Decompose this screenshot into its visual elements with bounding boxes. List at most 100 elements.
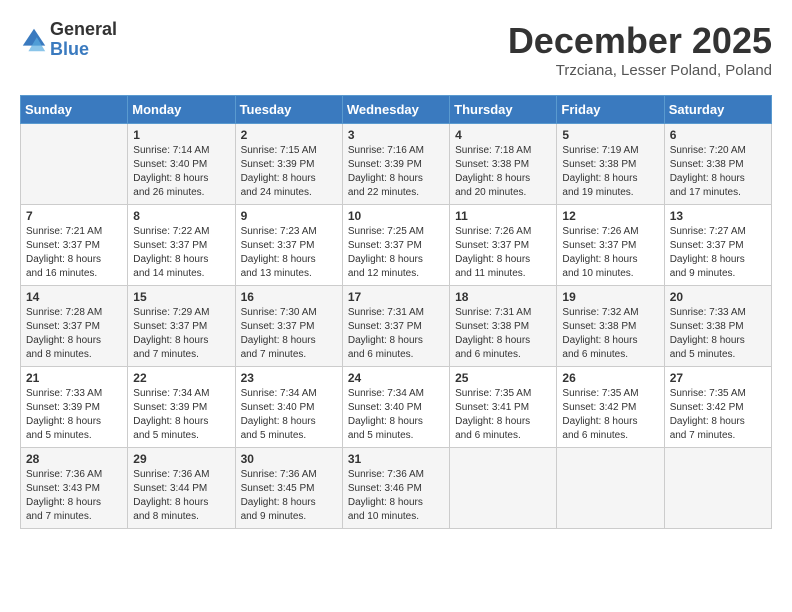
day-info: Sunrise: 7:35 AM Sunset: 3:42 PM Dayligh… <box>562 387 658 443</box>
day-number: 26 <box>562 371 658 385</box>
day-number: 8 <box>133 209 229 223</box>
calendar-cell: 27 Sunrise: 7:35 AM Sunset: 3:42 PM Dayli… <box>664 367 771 448</box>
day-info: Sunrise: 7:36 AM Sunset: 3:46 PM Dayligh… <box>348 468 444 524</box>
calendar-cell: 4Sunrise: 7:18 AM Sunset: 3:38 PM Daylig… <box>450 124 557 205</box>
calendar-cell: 25 Sunrise: 7:35 AM Sunset: 3:41 PM Dayli… <box>450 367 557 448</box>
calendar-cell <box>450 448 557 529</box>
header-cell-thursday: Thursday <box>450 96 557 124</box>
calendar-cell <box>557 448 664 529</box>
calendar-cell: 22Sunrise: 7:34 AM Sunset: 3:39 PM Dayli… <box>128 367 235 448</box>
day-number: 31 <box>348 452 444 466</box>
day-info: Sunrise: 7:23 AM Sunset: 3:37 PM Dayligh… <box>241 225 337 281</box>
calendar-cell: 28 Sunrise: 7:36 AM Sunset: 3:43 PM Dayli… <box>21 448 128 529</box>
day-info: Sunrise: 7:26 AM Sunset: 3:37 PM Dayligh… <box>562 225 658 281</box>
calendar-cell: 18Sunrise: 7:31 AM Sunset: 3:38 PM Dayli… <box>450 286 557 367</box>
day-info: Sunrise: 7:36 AM Sunset: 3:43 PM Dayligh… <box>26 468 122 524</box>
day-info: Sunrise: 7:26 AM Sunset: 3:37 PM Dayligh… <box>455 225 551 281</box>
page-header: General Blue December 2025 Trzciana, Les… <box>20 20 772 79</box>
day-info: Sunrise: 7:25 AM Sunset: 3:37 PM Dayligh… <box>348 225 444 281</box>
day-number: 3 <box>348 128 444 142</box>
day-info: Sunrise: 7:30 AM Sunset: 3:37 PM Dayligh… <box>241 306 337 362</box>
calendar-cell: 13Sunrise: 7:27 AM Sunset: 3:37 PM Dayli… <box>664 205 771 286</box>
week-row-1: 1Sunrise: 7:14 AM Sunset: 3:40 PM Daylig… <box>21 124 772 205</box>
day-info: Sunrise: 7:33 AM Sunset: 3:39 PM Dayligh… <box>26 387 122 443</box>
header-cell-sunday: Sunday <box>21 96 128 124</box>
calendar-cell: 6 Sunrise: 7:20 AM Sunset: 3:38 PM Daylig… <box>664 124 771 205</box>
day-number: 25 <box>455 371 551 385</box>
day-info: Sunrise: 7:29 AM Sunset: 3:37 PM Dayligh… <box>133 306 229 362</box>
day-info: Sunrise: 7:18 AM Sunset: 3:38 PM Dayligh… <box>455 144 551 200</box>
header-cell-monday: Monday <box>128 96 235 124</box>
day-number: 15 <box>133 290 229 304</box>
day-info: Sunrise: 7:20 AM Sunset: 3:38 PM Dayligh… <box>670 144 766 200</box>
day-number: 27 <box>670 371 766 385</box>
day-info: Sunrise: 7:16 AM Sunset: 3:39 PM Dayligh… <box>348 144 444 200</box>
day-info: Sunrise: 7:28 AM Sunset: 3:37 PM Dayligh… <box>26 306 122 362</box>
day-number: 18 <box>455 290 551 304</box>
header-cell-tuesday: Tuesday <box>235 96 342 124</box>
header-cell-saturday: Saturday <box>664 96 771 124</box>
calendar-cell: 17 Sunrise: 7:31 AM Sunset: 3:37 PM Dayli… <box>342 286 449 367</box>
day-info: Sunrise: 7:15 AM Sunset: 3:39 PM Dayligh… <box>241 144 337 200</box>
logo-blue-text: Blue <box>50 40 117 60</box>
day-number: 11 <box>455 209 551 223</box>
logo-icon <box>20 26 48 54</box>
day-info: Sunrise: 7:22 AM Sunset: 3:37 PM Dayligh… <box>133 225 229 281</box>
day-number: 16 <box>241 290 337 304</box>
day-number: 1 <box>133 128 229 142</box>
week-row-4: 21 Sunrise: 7:33 AM Sunset: 3:39 PM Dayli… <box>21 367 772 448</box>
month-title: December 2025 <box>508 20 772 62</box>
day-info: Sunrise: 7:31 AM Sunset: 3:37 PM Dayligh… <box>348 306 444 362</box>
day-info: Sunrise: 7:32 AM Sunset: 3:38 PM Dayligh… <box>562 306 658 362</box>
day-number: 29 <box>133 452 229 466</box>
calendar-cell: 5 Sunrise: 7:19 AM Sunset: 3:38 PM Daylig… <box>557 124 664 205</box>
day-info: Sunrise: 7:19 AM Sunset: 3:38 PM Dayligh… <box>562 144 658 200</box>
week-row-5: 28 Sunrise: 7:36 AM Sunset: 3:43 PM Dayli… <box>21 448 772 529</box>
day-number: 2 <box>241 128 337 142</box>
day-number: 17 <box>348 290 444 304</box>
week-row-3: 14Sunrise: 7:28 AM Sunset: 3:37 PM Dayli… <box>21 286 772 367</box>
day-number: 5 <box>562 128 658 142</box>
calendar-cell: 19Sunrise: 7:32 AM Sunset: 3:38 PM Dayli… <box>557 286 664 367</box>
week-row-2: 7Sunrise: 7:21 AM Sunset: 3:37 PM Daylig… <box>21 205 772 286</box>
logo-general-text: General <box>50 20 117 40</box>
calendar-cell: 10 Sunrise: 7:25 AM Sunset: 3:37 PM Dayli… <box>342 205 449 286</box>
title-block: December 2025 Trzciana, Lesser Poland, P… <box>508 20 772 79</box>
location: Trzciana, Lesser Poland, Poland <box>508 62 772 79</box>
day-info: Sunrise: 7:34 AM Sunset: 3:40 PM Dayligh… <box>241 387 337 443</box>
day-number: 28 <box>26 452 122 466</box>
header-cell-friday: Friday <box>557 96 664 124</box>
day-info: Sunrise: 7:33 AM Sunset: 3:38 PM Dayligh… <box>670 306 766 362</box>
day-number: 6 <box>670 128 766 142</box>
day-number: 9 <box>241 209 337 223</box>
calendar-cell: 26 Sunrise: 7:35 AM Sunset: 3:42 PM Dayli… <box>557 367 664 448</box>
day-number: 10 <box>348 209 444 223</box>
day-number: 13 <box>670 209 766 223</box>
day-number: 21 <box>26 371 122 385</box>
day-number: 12 <box>562 209 658 223</box>
logo: General Blue <box>20 20 117 60</box>
header-row: SundayMondayTuesdayWednesdayThursdayFrid… <box>21 96 772 124</box>
calendar-cell <box>21 124 128 205</box>
calendar-cell: 16 Sunrise: 7:30 AM Sunset: 3:37 PM Dayli… <box>235 286 342 367</box>
calendar-cell: 14Sunrise: 7:28 AM Sunset: 3:37 PM Dayli… <box>21 286 128 367</box>
calendar-cell: 29Sunrise: 7:36 AM Sunset: 3:44 PM Dayli… <box>128 448 235 529</box>
day-number: 30 <box>241 452 337 466</box>
calendar-cell: 15 Sunrise: 7:29 AM Sunset: 3:37 PM Dayli… <box>128 286 235 367</box>
calendar-cell: 21 Sunrise: 7:33 AM Sunset: 3:39 PM Dayli… <box>21 367 128 448</box>
day-number: 23 <box>241 371 337 385</box>
calendar-cell: 9 Sunrise: 7:23 AM Sunset: 3:37 PM Daylig… <box>235 205 342 286</box>
calendar-cell: 20 Sunrise: 7:33 AM Sunset: 3:38 PM Dayli… <box>664 286 771 367</box>
calendar-cell: 8 Sunrise: 7:22 AM Sunset: 3:37 PM Daylig… <box>128 205 235 286</box>
day-info: Sunrise: 7:34 AM Sunset: 3:39 PM Dayligh… <box>133 387 229 443</box>
calendar-cell: 1Sunrise: 7:14 AM Sunset: 3:40 PM Daylig… <box>128 124 235 205</box>
calendar-cell: 7Sunrise: 7:21 AM Sunset: 3:37 PM Daylig… <box>21 205 128 286</box>
day-info: Sunrise: 7:34 AM Sunset: 3:40 PM Dayligh… <box>348 387 444 443</box>
day-info: Sunrise: 7:35 AM Sunset: 3:42 PM Dayligh… <box>670 387 766 443</box>
day-number: 20 <box>670 290 766 304</box>
calendar-cell <box>664 448 771 529</box>
calendar-cell: 23 Sunrise: 7:34 AM Sunset: 3:40 PM Dayli… <box>235 367 342 448</box>
calendar-cell: 3 Sunrise: 7:16 AM Sunset: 3:39 PM Daylig… <box>342 124 449 205</box>
day-info: Sunrise: 7:35 AM Sunset: 3:41 PM Dayligh… <box>455 387 551 443</box>
header-cell-wednesday: Wednesday <box>342 96 449 124</box>
